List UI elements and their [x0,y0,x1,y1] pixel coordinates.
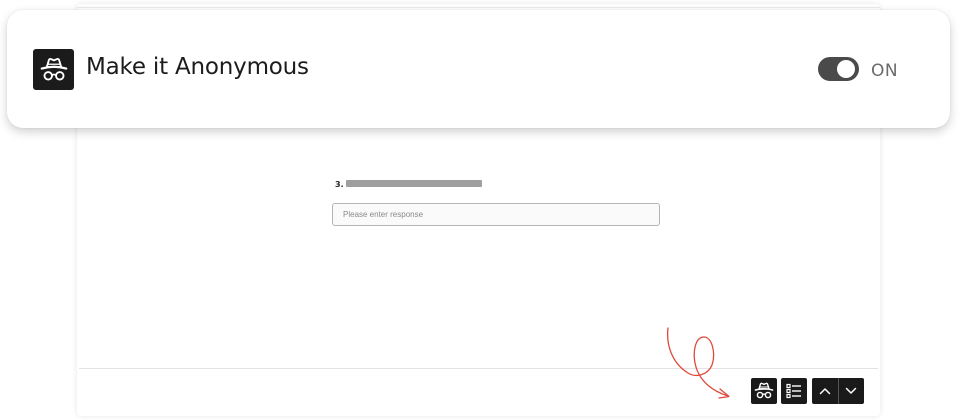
anonymous-callout: Make it Anonymous ON [7,10,950,128]
question-number: 3. [335,180,344,189]
toggle-state-label: ON [871,61,899,81]
question-title-placeholder [346,180,482,187]
footer-divider [79,368,878,369]
previous-question-button[interactable] [812,378,838,404]
chevron-up-icon [819,388,830,395]
chevron-down-icon [846,387,857,394]
callout-title: Make it Anonymous [86,54,309,80]
anonymous-button[interactable] [751,378,777,404]
toggle-knob [837,60,855,78]
anonymous-toggle[interactable] [818,57,859,81]
next-question-button[interactable] [839,378,865,404]
incognito-icon [40,57,67,80]
question-navigation [812,378,864,404]
list-icon [786,383,801,399]
callout-icon-box [33,49,74,90]
question-list-button[interactable] [781,378,807,404]
incognito-icon [754,382,774,399]
response-input[interactable] [332,203,660,226]
page-top-edge [77,4,880,8]
